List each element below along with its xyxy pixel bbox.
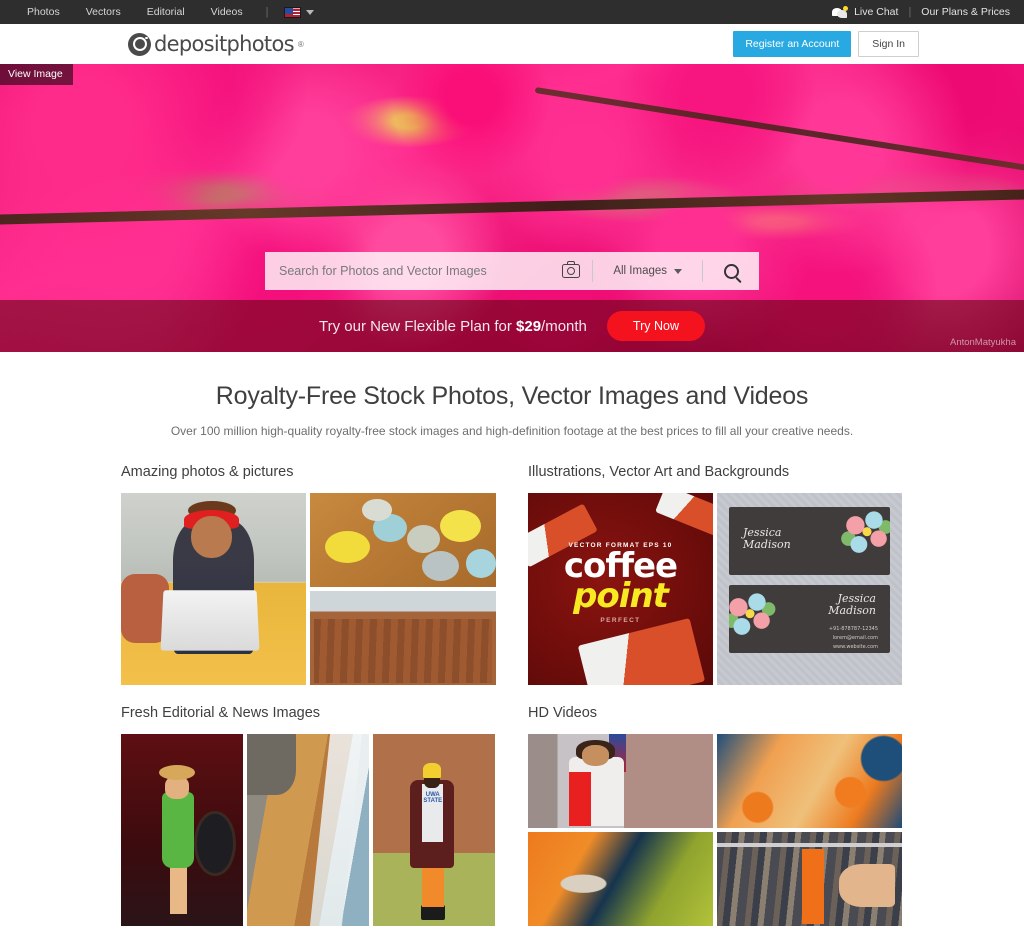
category-grid: Amazing photos & pictures Illustrations,… (121, 464, 903, 936)
top-nav-photos[interactable]: Photos (14, 0, 73, 24)
top-utility-bar: Photos Vectors Editorial Videos | Live C… (0, 0, 1024, 24)
photos-tile-column (310, 493, 496, 685)
hero-banner: View Image All Images Try our New Flexib… (0, 64, 1024, 352)
promo-text-before: Try our New Flexible Plan for (319, 317, 517, 335)
page-title: Royalty-Free Stock Photos, Vector Images… (215, 382, 809, 410)
videos-tile-column-right (717, 734, 902, 926)
top-nav-editorial[interactable]: Editorial (134, 0, 198, 24)
site-header: depositphotos ® Register an Account Sign… (0, 24, 1024, 64)
video-tile-liquid-abstract[interactable] (717, 734, 902, 828)
main-content: Royalty-Free Stock Photos, Vector Images… (0, 352, 1024, 936)
sign-in-button[interactable]: Sign In (858, 31, 919, 57)
video-tile-clothing-rack[interactable] (717, 832, 902, 926)
search-icon (723, 263, 739, 279)
photos-tile-row (121, 493, 496, 685)
section-title-editorial: Fresh Editorial & News Images (121, 705, 321, 721)
register-account-button[interactable]: Register an Account (733, 31, 852, 57)
live-chat-icon (832, 5, 849, 19)
promo-text-after: /month (541, 317, 587, 335)
vector-tile-coffee-point[interactable]: VECTOR FORMAT EPS 10 coffee point PERFEC… (528, 493, 713, 685)
card-email: lorem@email.com (832, 635, 878, 641)
camera-logo-icon (128, 32, 151, 56)
videos-tile-column-left (528, 734, 713, 926)
site-logo[interactable]: depositphotos ® (128, 32, 304, 56)
page-subtitle: Over 100 million high-quality royalty-fr… (170, 424, 854, 438)
editorial-tile-row: UWA STATE (121, 734, 496, 926)
promo-strip: Try our New Flexible Plan for $29/month … (0, 300, 1024, 352)
card-name-line1: Jessica (743, 526, 782, 539)
search-submit-button[interactable] (703, 252, 759, 290)
logo-wordmark: depositphotos (154, 32, 295, 56)
photo-credit: AntonMatyukha (949, 337, 1016, 348)
editorial-tile-musician[interactable] (121, 734, 243, 926)
illustrations-tile-row: VECTOR FORMAT EPS 10 coffee point PERFEC… (528, 493, 903, 685)
video-tile-shopper[interactable] (528, 734, 713, 828)
image-type-filter-label: All Images (613, 265, 667, 277)
top-nav: Photos Vectors Editorial Videos | (14, 0, 315, 24)
top-nav-divider: | (265, 6, 269, 18)
videos-tile-row (528, 734, 903, 926)
language-selector[interactable] (278, 6, 315, 18)
card-website: www.website.com (832, 644, 878, 650)
live-chat-link[interactable]: Live Chat (854, 6, 898, 18)
us-flag-icon (284, 6, 302, 18)
photo-tile-woman-laptop[interactable] (121, 493, 306, 685)
view-image-badge[interactable]: View Image (0, 64, 73, 85)
vector-tile-business-cards[interactable]: Jessica Madison Jessica Madison +91-878787… (717, 493, 902, 685)
section-title-videos: HD Videos (528, 705, 598, 721)
top-nav-vectors[interactable]: Vectors (73, 0, 134, 24)
search-input[interactable] (265, 252, 563, 290)
card-name-line2: Madison (743, 538, 791, 552)
section-videos: HD Videos (528, 705, 903, 926)
section-title-illustrations: Illustrations, Vector Art and Background… (528, 464, 790, 480)
photo-tile-seedling-trays[interactable] (310, 591, 496, 685)
photo-tile-easter-eggs[interactable] (310, 493, 496, 587)
top-right-divider: | (908, 6, 912, 18)
card-phone: +91-878787-12345 (828, 626, 878, 632)
header-actions: Register an Account Sign In (733, 31, 919, 57)
try-now-button[interactable]: Try Now (606, 311, 705, 341)
section-photos: Amazing photos & pictures (121, 464, 496, 685)
top-nav-videos[interactable]: Videos (198, 0, 256, 24)
top-bar-right: Live Chat | Our Plans & Prices (832, 5, 1010, 19)
chevron-down-icon (306, 9, 315, 15)
coffee-art-word2: point (573, 575, 669, 616)
section-editorial: Fresh Editorial & News Images UWA STATE (121, 705, 496, 926)
section-illustrations: Illustrations, Vector Art and Background… (528, 464, 903, 685)
business-card-front: Jessica Madison (729, 507, 890, 575)
coffee-art-bottom-line: PERFECT (600, 617, 641, 625)
registered-mark: ® (297, 39, 304, 49)
editorial-tile-beach[interactable] (247, 734, 369, 926)
card-back-name-line2: Madison (828, 604, 876, 618)
camera-search-icon[interactable] (562, 261, 581, 278)
plans-and-prices-link[interactable]: Our Plans & Prices (921, 6, 1010, 18)
chevron-down-icon (674, 268, 682, 274)
section-title-photos: Amazing photos & pictures (121, 464, 294, 480)
promo-text: Try our New Flexible Plan for $29/month (319, 318, 587, 335)
image-type-filter[interactable]: All Images (593, 265, 702, 277)
editorial-tile-runway[interactable]: UWA STATE (373, 734, 495, 926)
editorial-runway-text: UWA STATE (423, 791, 443, 805)
card-back-name-line1: Jessica (837, 592, 876, 605)
video-tile-aerial-landscape[interactable] (528, 832, 713, 926)
promo-price: $29 (516, 317, 542, 335)
hero-search-bar: All Images (265, 252, 759, 290)
business-card-back: Jessica Madison +91-878787-12345 lorem@ema… (729, 585, 890, 653)
